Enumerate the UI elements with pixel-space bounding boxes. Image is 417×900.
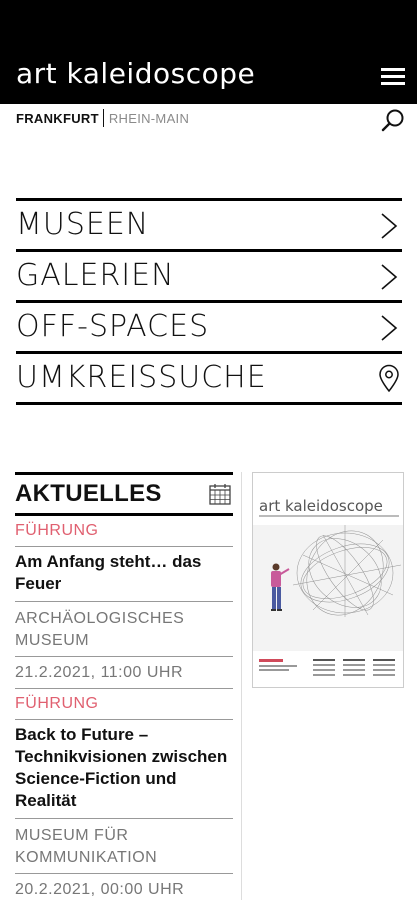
divider <box>102 109 104 127</box>
events-title: AKTUELLES <box>15 480 162 507</box>
magazine-teaser <box>313 659 335 681</box>
nav-item-museen[interactable]: MUSEEN <box>16 198 402 249</box>
nav-item-umkreissuche[interactable]: UMKREISSUCHE <box>16 351 402 405</box>
magazine-teaser <box>373 659 395 681</box>
hamburger-menu-icon[interactable] <box>381 66 405 86</box>
events-section: AKTUELLES FÜHRUNG Am Anfang steht… das F… <box>15 472 233 900</box>
search-icon[interactable] <box>380 108 406 134</box>
event-type: FÜHRUNG <box>15 522 99 539</box>
event-title[interactable]: Back to Future – Technikvisionen zwische… <box>15 719 233 819</box>
events-header: AKTUELLES <box>15 472 233 516</box>
nav-item-label: MUSEEN <box>16 207 150 242</box>
magazine-headline <box>259 659 297 671</box>
magazine-cover[interactable]: art kaleidoscope <box>252 472 404 688</box>
magazine-teaser <box>343 659 365 681</box>
event-date: 21.2.2021, 11:00 UHR <box>15 657 233 689</box>
category-nav: MUSEEN GALERIEN OFF-SPACES UMKREISSUCHE <box>16 198 402 405</box>
event-item[interactable]: FÜHRUNG Back to Future – Technikvisionen… <box>15 689 233 900</box>
magazine-subtitle-line <box>259 515 399 517</box>
event-type: FÜHRUNG <box>15 695 99 712</box>
location-selector[interactable]: FRANKFURT RHEIN-MAIN <box>16 106 189 130</box>
event-title[interactable]: Am Anfang steht… das Feuer <box>15 546 233 602</box>
event-date: 20.2.2021, 00:00 UHR <box>15 874 233 900</box>
magazine-title: art kaleidoscope <box>259 497 383 515</box>
chevron-right-icon <box>381 264 398 290</box>
magazine-cover-image <box>253 525 403 651</box>
region-label[interactable]: RHEIN-MAIN <box>109 111 189 126</box>
calendar-icon[interactable] <box>209 483 231 505</box>
column-divider <box>241 472 242 900</box>
chevron-right-icon <box>381 213 398 239</box>
nav-item-off-spaces[interactable]: OFF-SPACES <box>16 300 402 351</box>
brand-logo[interactable]: art kaleidoscope <box>16 56 255 92</box>
nav-item-label: GALERIEN <box>16 258 175 293</box>
chevron-right-icon <box>381 315 398 341</box>
event-item[interactable]: FÜHRUNG Am Anfang steht… das Feuer ARCHÄ… <box>15 516 233 689</box>
nav-item-label: UMKREISSUCHE <box>16 360 267 395</box>
app-header: art kaleidoscope <box>0 0 417 104</box>
city-label[interactable]: FRANKFURT <box>16 111 99 126</box>
nav-item-galerien[interactable]: GALERIEN <box>16 249 402 300</box>
event-venue[interactable]: MUSEUM FÜR KOMMUNIKATION <box>15 819 233 874</box>
magazine-footer <box>253 655 403 687</box>
nav-item-label: OFF-SPACES <box>16 309 210 344</box>
event-venue[interactable]: ARCHÄOLOGISCHES MUSEUM <box>15 602 233 657</box>
map-pin-icon <box>379 364 399 393</box>
